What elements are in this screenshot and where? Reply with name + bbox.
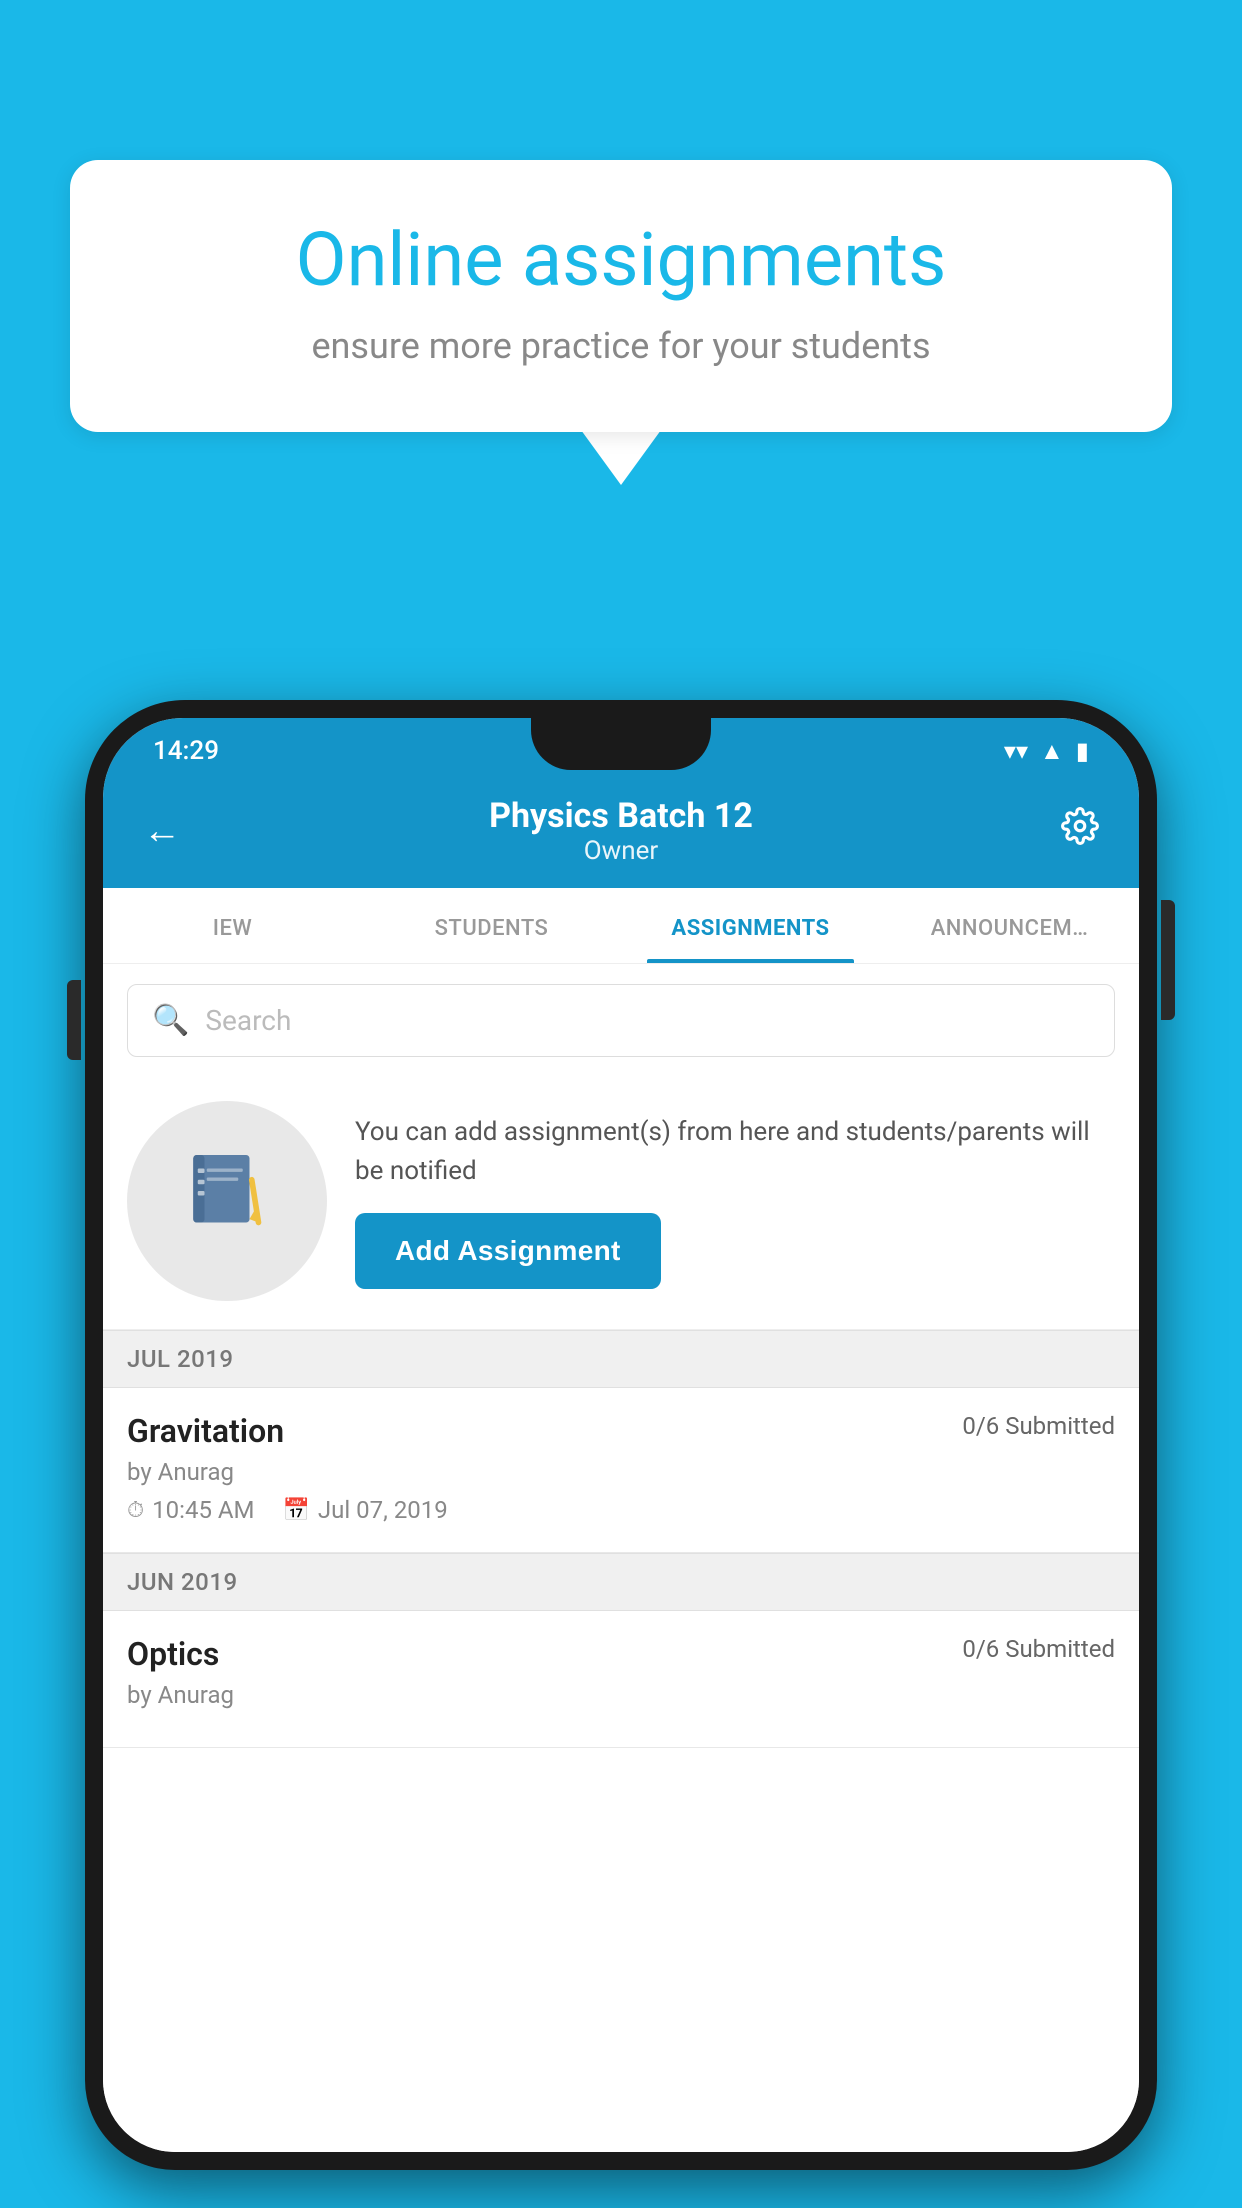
speech-bubble: Online assignments ensure more practice … xyxy=(70,160,1172,432)
assignment-title-gravitation: Gravitation xyxy=(127,1412,284,1450)
back-button[interactable]: ← xyxy=(143,809,181,853)
battery-icon: ▮ xyxy=(1076,737,1089,765)
promo-block: You can add assignment(s) from here and … xyxy=(103,1077,1139,1330)
assignment-meta-gravitation: by Anurag xyxy=(127,1458,1115,1486)
search-icon: 🔍 xyxy=(152,1003,189,1038)
month-separator-jul: JUL 2019 xyxy=(103,1330,1139,1388)
add-assignment-button[interactable]: Add Assignment xyxy=(355,1213,661,1289)
phone-outer: 14:29 ▾▾ ▲ ▮ ← Physics Batch 12 Owner xyxy=(85,700,1157,2170)
status-bar: 14:29 ▾▾ ▲ ▮ xyxy=(103,718,1139,778)
assignment-item-gravitation[interactable]: Gravitation 0/6 Submitted by Anurag ⏱ 10… xyxy=(103,1388,1139,1553)
assignment-submitted-gravitation: 0/6 Submitted xyxy=(962,1412,1115,1440)
header-title-block: Physics Batch 12 Owner xyxy=(181,796,1061,866)
calendar-icon: 📅 xyxy=(283,1498,310,1523)
search-placeholder: Search xyxy=(205,1004,291,1037)
speech-bubble-title: Online assignments xyxy=(140,220,1102,301)
assignment-submitted-optics: 0/6 Submitted xyxy=(962,1635,1115,1663)
search-bar[interactable]: 🔍 Search xyxy=(127,984,1115,1057)
header-subtitle: Owner xyxy=(181,836,1061,866)
status-time: 14:29 xyxy=(153,736,219,766)
content-area: 🔍 Search xyxy=(103,964,1139,2152)
assignment-header-optics: Optics 0/6 Submitted xyxy=(127,1635,1115,1673)
speech-bubble-subtitle: ensure more practice for your students xyxy=(140,325,1102,367)
tab-iew[interactable]: IEW xyxy=(103,888,362,963)
signal-icon: ▲ xyxy=(1040,737,1064,766)
header-title: Physics Batch 12 xyxy=(181,796,1061,836)
speech-bubble-tail xyxy=(581,430,661,485)
wifi-icon: ▾▾ xyxy=(1004,737,1028,765)
assignment-header: Gravitation 0/6 Submitted xyxy=(127,1412,1115,1450)
assignment-date: 📅 Jul 07, 2019 xyxy=(283,1496,448,1524)
phone-container: 14:29 ▾▾ ▲ ▮ ← Physics Batch 12 Owner xyxy=(85,700,1157,2208)
search-container: 🔍 Search xyxy=(103,964,1139,1077)
assignment-title-optics: Optics xyxy=(127,1635,219,1673)
assignment-details-gravitation: ⏱ 10:45 AM 📅 Jul 07, 2019 xyxy=(127,1496,1115,1524)
app-header: ← Physics Batch 12 Owner xyxy=(103,778,1139,888)
promo-icon-circle xyxy=(127,1101,327,1301)
notebook-icon xyxy=(182,1146,272,1256)
phone-screen: 14:29 ▾▾ ▲ ▮ ← Physics Batch 12 Owner xyxy=(103,718,1139,2152)
settings-button[interactable] xyxy=(1061,807,1099,855)
clock-icon: ⏱ xyxy=(127,1498,144,1523)
assignment-time: ⏱ 10:45 AM xyxy=(127,1496,255,1524)
tab-announcements[interactable]: ANNOUNCEM… xyxy=(880,888,1139,963)
status-icons: ▾▾ ▲ ▮ xyxy=(1004,737,1089,766)
tabs-container: IEW STUDENTS ASSIGNMENTS ANNOUNCEM… xyxy=(103,888,1139,964)
tab-students[interactable]: STUDENTS xyxy=(362,888,621,963)
speech-bubble-container: Online assignments ensure more practice … xyxy=(70,160,1172,485)
promo-right: You can add assignment(s) from here and … xyxy=(355,1113,1115,1289)
tab-assignments[interactable]: ASSIGNMENTS xyxy=(621,888,880,963)
promo-text: You can add assignment(s) from here and … xyxy=(355,1113,1115,1191)
assignment-meta-optics: by Anurag xyxy=(127,1681,1115,1709)
month-separator-jun: JUN 2019 xyxy=(103,1553,1139,1611)
assignment-item-optics[interactable]: Optics 0/6 Submitted by Anurag xyxy=(103,1611,1139,1748)
